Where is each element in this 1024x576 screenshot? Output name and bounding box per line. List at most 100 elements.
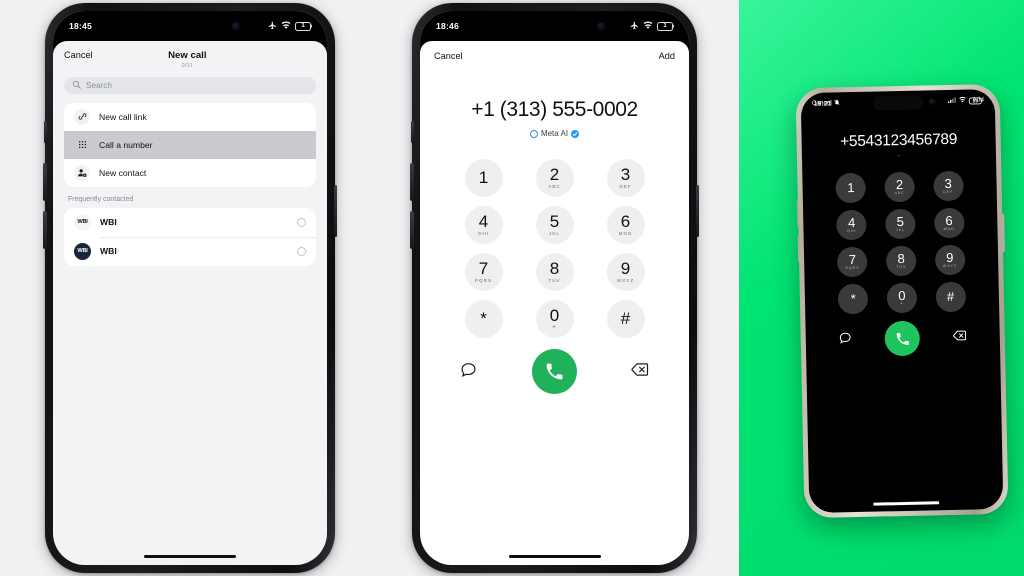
phone-2-power-button[interactable]	[695, 185, 699, 237]
contact-name: WBI	[100, 246, 117, 257]
status-time: 19:21	[813, 99, 832, 108]
dialer-subtitle: Meta AI	[420, 129, 689, 138]
dynamic-island	[156, 17, 224, 36]
keypad-key-4[interactable]: 4 GHI	[836, 209, 868, 241]
list-item[interactable]: WBI WBI	[64, 208, 316, 237]
cancel-button[interactable]: Cancel	[434, 51, 463, 61]
keypad-key-5[interactable]: 5 JKL	[535, 206, 574, 244]
phone-2-screen: 18:46 1 Cancel Add +1 (313) 555-0002 Met…	[420, 11, 689, 565]
battery-indicator: 53	[968, 96, 982, 105]
keypad-key-6[interactable]: 6 MNO	[933, 207, 965, 239]
select-contact-radio[interactable]	[297, 246, 306, 256]
cancel-button[interactable]: Cancel	[64, 50, 93, 60]
meta-ai-label: Meta AI	[540, 129, 569, 138]
chat-bubble-icon[interactable]	[460, 361, 477, 383]
keypad-key-7[interactable]: 7 PQRS	[464, 253, 503, 291]
front-camera-icon	[232, 22, 241, 31]
select-contact-radio[interactable]	[297, 217, 306, 227]
keypad-key-7[interactable]: 7 PQRS	[837, 246, 868, 278]
keypad-key-4[interactable]: 4 GHI	[464, 206, 503, 244]
selection-counter: 0/31	[181, 62, 194, 69]
phone-2-volume-down-button[interactable]	[410, 211, 414, 249]
screenshot-canvas: 18:45 1 Cancel New call 0/31 Search New …	[0, 0, 1024, 576]
keypad-key-hash[interactable]: #	[935, 281, 966, 313]
dialer-actions	[838, 320, 967, 358]
sheet-header: Cancel New call 0/31	[53, 41, 327, 75]
keypad-key-9[interactable]: 9 WXYZ	[606, 253, 645, 291]
dynamic-island	[872, 95, 923, 111]
dial-keypad: 1 2 ABC 3 DEF 4 GHI 5 JKL 6 MNO 7 PQRS 8 TUV 9W…	[826, 170, 975, 315]
dialer-subtitle-placeholder: ⌁	[897, 153, 901, 160]
keypad-key-9[interactable]: 9 WXYZ	[934, 244, 966, 276]
menu-item-new-contact[interactable]: New contact	[64, 159, 316, 187]
meta-ai-ring-icon	[529, 129, 538, 138]
dial-keypad: 1 2 ABC 3 DEF 4 GHI 5 JKL 6 MNO 7 PQRS 8 TUV 9W…	[448, 159, 661, 338]
menu-item-call-a-number[interactable]: Call a number	[64, 130, 316, 159]
quick-actions-card: New call link Call a number New contact	[64, 102, 316, 187]
phone-1-volume-down-button[interactable]	[43, 211, 47, 249]
wifi-icon	[958, 96, 966, 105]
phone-2: 18:46 1 Cancel Add +1 (313) 555-0002 Met…	[410, 3, 699, 573]
menu-item-label: New contact	[99, 167, 147, 178]
bell-mute-icon	[834, 99, 840, 107]
keypad-key-0[interactable]: 0 +	[535, 300, 574, 338]
keypad-key-0[interactable]: 0 +	[886, 282, 918, 314]
keypad-key-3[interactable]: 3 DEF	[606, 159, 645, 197]
keypad-key-6[interactable]: 6 MNO	[606, 206, 645, 244]
phone-3: 19:21 53 Cancel Add +5543123456789 ⌁ 1 2…	[795, 83, 1009, 519]
backspace-delete-icon[interactable]	[953, 328, 967, 346]
keypad-key-1[interactable]: 1	[464, 159, 503, 197]
keypad-key-1[interactable]: 1	[835, 172, 867, 204]
page-title: New call	[168, 50, 207, 61]
home-indicator[interactable]	[873, 501, 940, 506]
dialer-header: Cancel Add	[420, 41, 689, 61]
call-button[interactable]	[531, 349, 577, 394]
phone-1-volume-up-button[interactable]	[43, 163, 47, 201]
keypad-key-3[interactable]: 3 DEF	[932, 170, 964, 202]
dialed-number-display: +1 (313) 555-0002	[471, 98, 638, 121]
status-time: 18:45	[69, 21, 92, 31]
phone-1-power-button[interactable]	[333, 185, 337, 237]
wifi-icon	[643, 20, 653, 32]
home-indicator[interactable]	[144, 554, 236, 558]
phone-1-screen: 18:45 1 Cancel New call 0/31 Search New …	[53, 11, 327, 565]
person-add-icon	[74, 164, 90, 181]
menu-item-label: Call a number	[99, 139, 153, 150]
list-item[interactable]: WBI WBI	[64, 236, 316, 266]
keypad-key-8[interactable]: 8 TUV	[535, 253, 574, 291]
home-indicator[interactable]	[508, 554, 601, 558]
chat-bubble-icon[interactable]	[839, 331, 852, 349]
keypad-key-5[interactable]: 5 JKL	[885, 208, 916, 240]
airplane-icon	[268, 21, 277, 32]
keypad-key-star[interactable]: *	[464, 300, 503, 338]
phone-3-screen: 19:21 53 Cancel Add +5543123456789 ⌁ 1 2…	[800, 89, 1004, 513]
backspace-delete-icon[interactable]	[631, 362, 649, 382]
phone-3-volume-down-button[interactable]	[797, 235, 801, 263]
keypad-key-2[interactable]: 2 ABC	[884, 171, 915, 203]
avatar-text: WBI	[77, 219, 88, 226]
front-camera-icon	[928, 98, 936, 106]
search-input[interactable]: Search	[64, 76, 316, 94]
phone-1-silent-switch[interactable]	[43, 121, 47, 143]
airplane-icon	[630, 21, 639, 32]
wifi-icon	[281, 20, 291, 32]
phone-2-silent-switch[interactable]	[410, 121, 414, 143]
frequently-contacted-list: WBI WBI WBI WBI	[64, 207, 316, 266]
keypad-grid-icon	[74, 137, 90, 153]
section-title-frequently-contacted: Frequently contacted	[68, 195, 134, 203]
phone-3-volume-up-button[interactable]	[796, 200, 800, 228]
search-icon	[72, 76, 81, 94]
phone-1: 18:45 1 Cancel New call 0/31 Search New …	[43, 3, 337, 573]
phone-2-volume-up-button[interactable]	[410, 163, 414, 201]
keypad-key-8[interactable]: 8 TUV	[885, 245, 917, 277]
contact-name: WBI	[100, 217, 117, 228]
keypad-key-2[interactable]: 2 ABC	[535, 159, 574, 197]
add-button[interactable]: Add	[659, 51, 675, 61]
avatar-text: WBI	[77, 248, 88, 255]
battery-indicator: 1	[295, 21, 311, 31]
call-button[interactable]	[884, 320, 921, 357]
keypad-key-hash[interactable]: #	[606, 300, 645, 338]
status-time: 18:46	[436, 21, 459, 31]
keypad-key-star[interactable]: *	[837, 283, 869, 315]
menu-item-new-call-link[interactable]: New call link	[64, 103, 316, 131]
